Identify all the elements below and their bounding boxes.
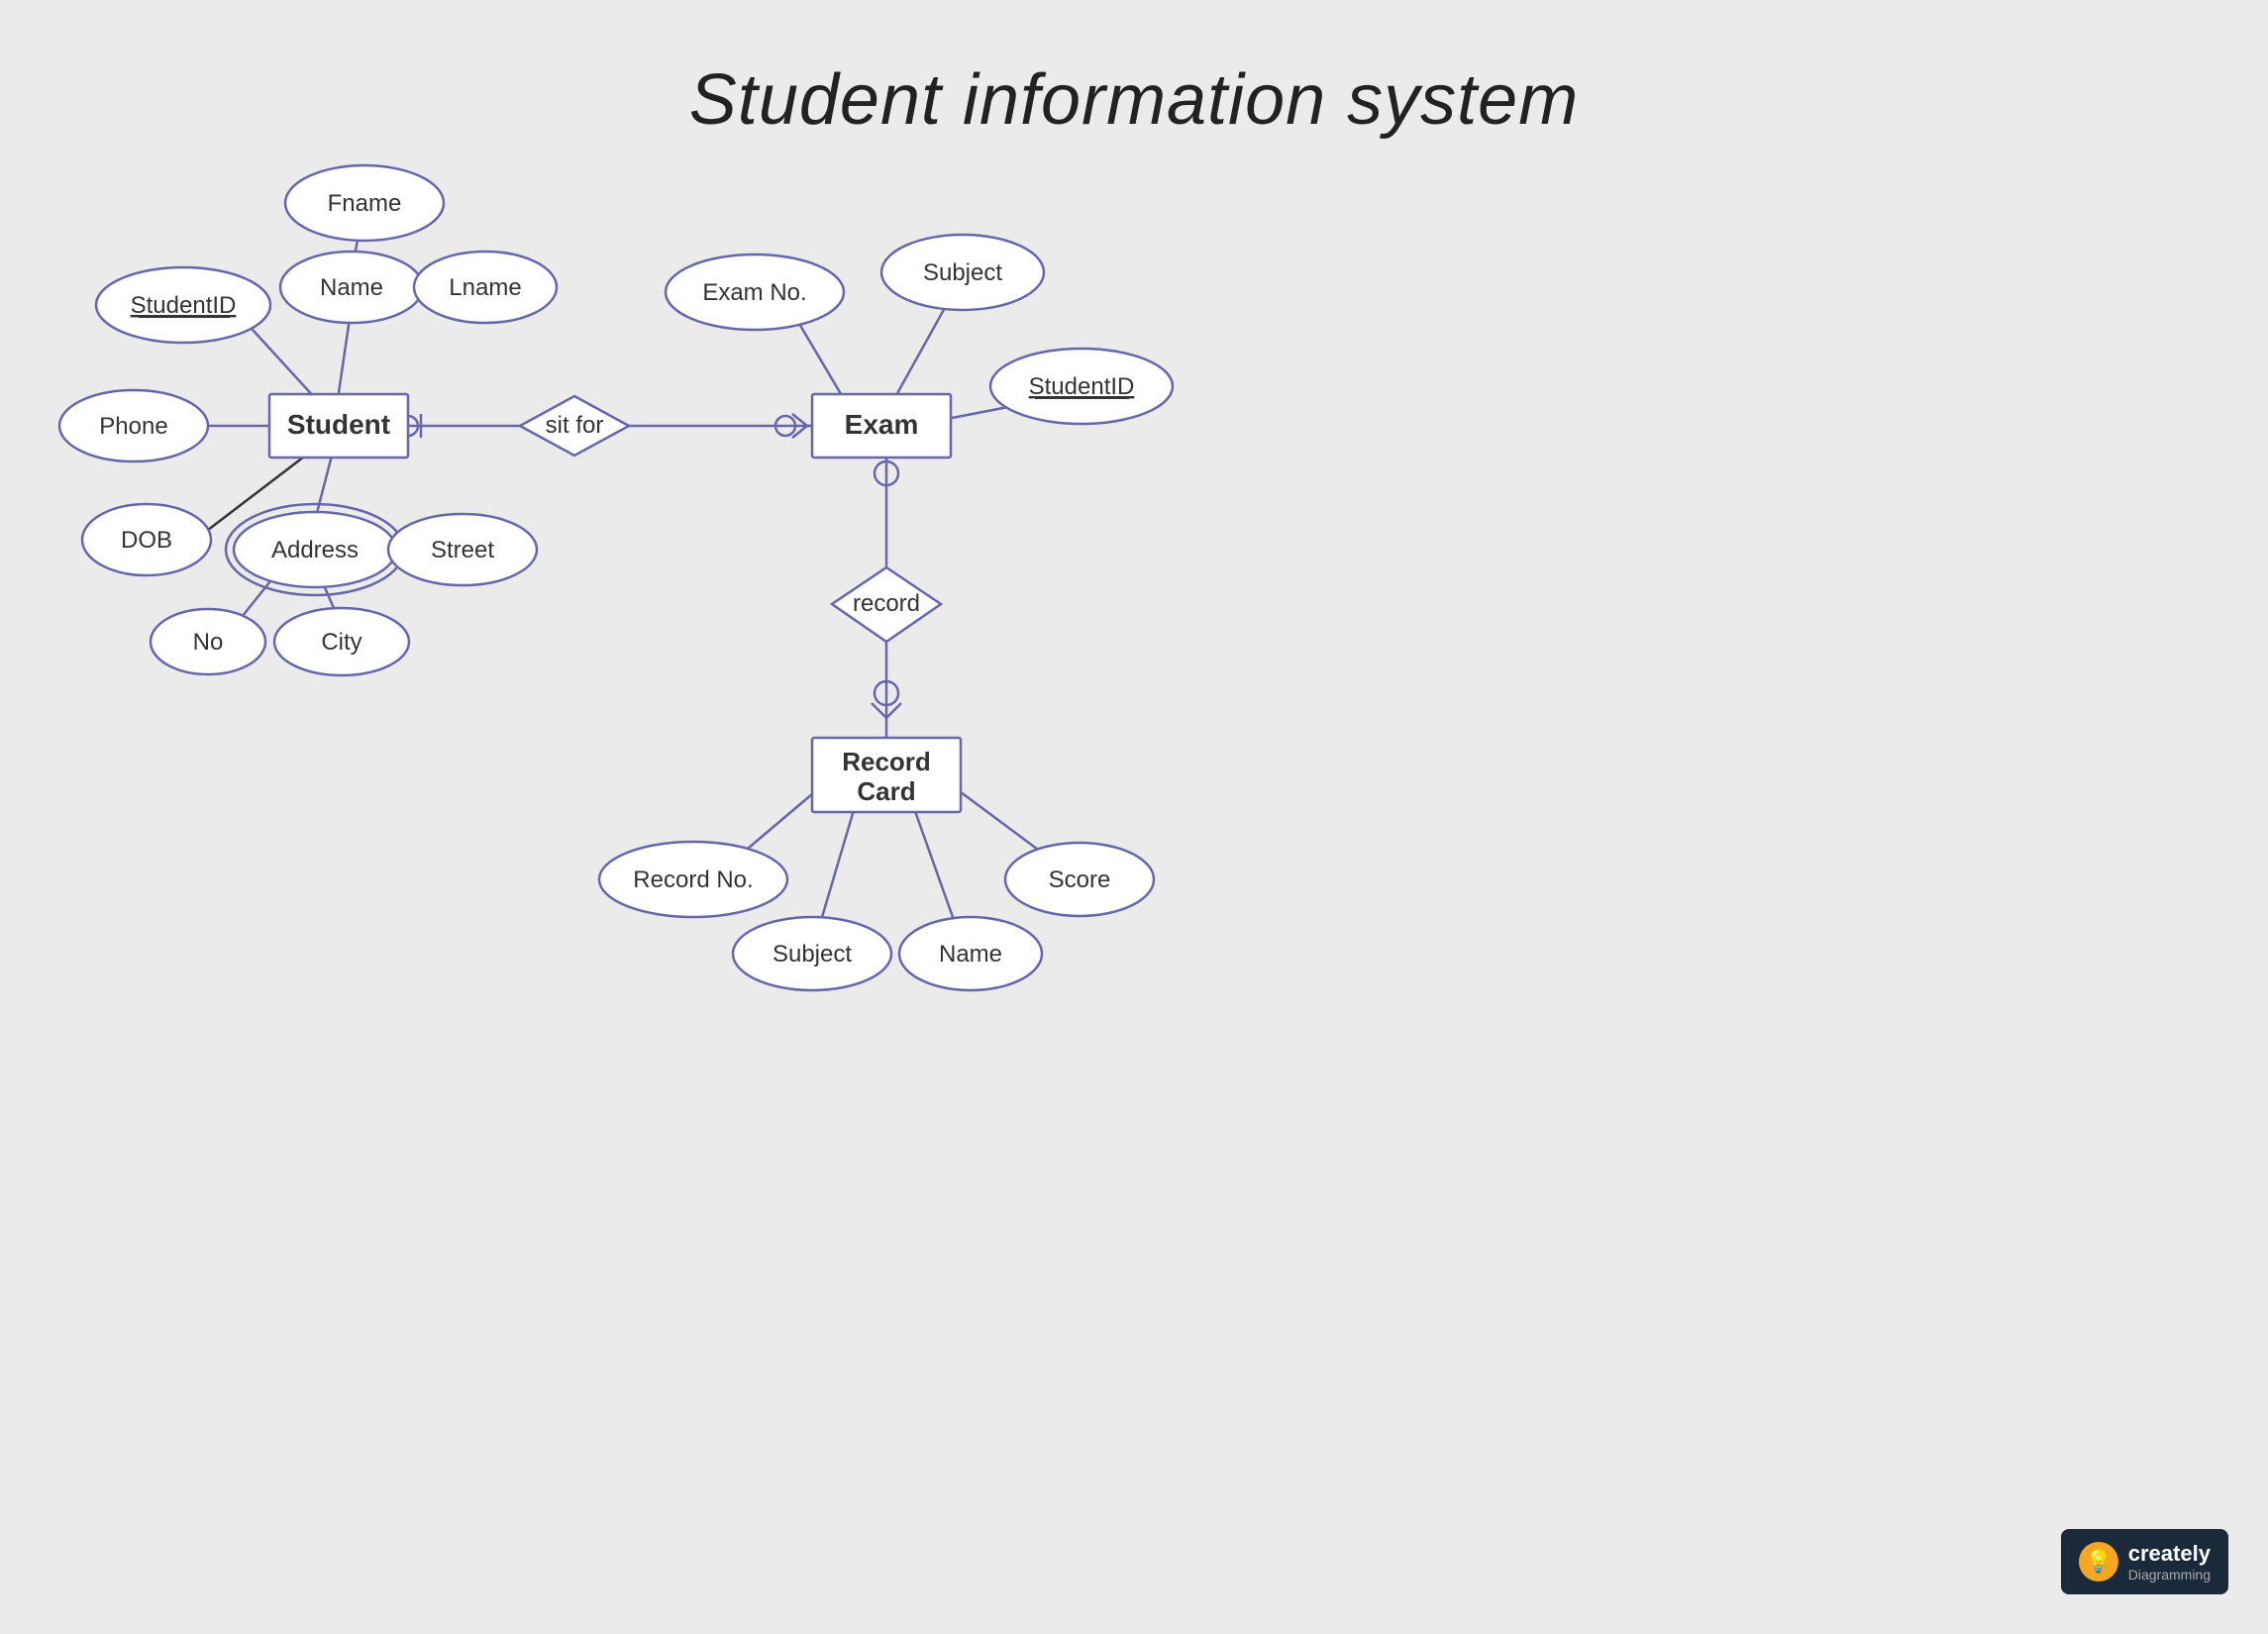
svg-text:StudentID: StudentID [131,292,237,319]
svg-text:Subject: Subject [923,259,1002,286]
creately-icon: 💡 [2079,1542,2118,1582]
svg-text:Fname: Fname [328,190,402,217]
svg-text:Student: Student [287,409,390,440]
svg-text:Name: Name [320,274,383,301]
creately-subtitle: Diagramming [2128,1567,2211,1583]
svg-text:Address: Address [271,537,359,563]
svg-text:DOB: DOB [121,527,172,554]
svg-text:StudentID: StudentID [1029,373,1135,400]
svg-text:Card: Card [857,776,915,806]
svg-text:Phone: Phone [99,413,167,440]
svg-text:Record: Record [842,747,931,776]
svg-text:Street: Street [431,537,494,563]
svg-text:Name: Name [939,941,1002,968]
svg-text:Lname: Lname [449,274,521,301]
svg-text:Exam: Exam [845,409,919,440]
creately-badge: 💡 creately Diagramming [2061,1529,2228,1594]
er-diagram: Student Exam Record Card sit for record … [0,0,2268,1634]
svg-text:sit for: sit for [546,412,604,439]
svg-text:Score: Score [1049,867,1111,893]
svg-text:Record No.: Record No. [633,867,753,893]
svg-text:Subject: Subject [773,941,852,968]
svg-text:City: City [321,629,361,656]
svg-text:No: No [193,629,224,656]
svg-text:Exam No.: Exam No. [702,279,806,306]
svg-text:record: record [853,590,920,617]
creately-company: creately [2128,1541,2211,1567]
